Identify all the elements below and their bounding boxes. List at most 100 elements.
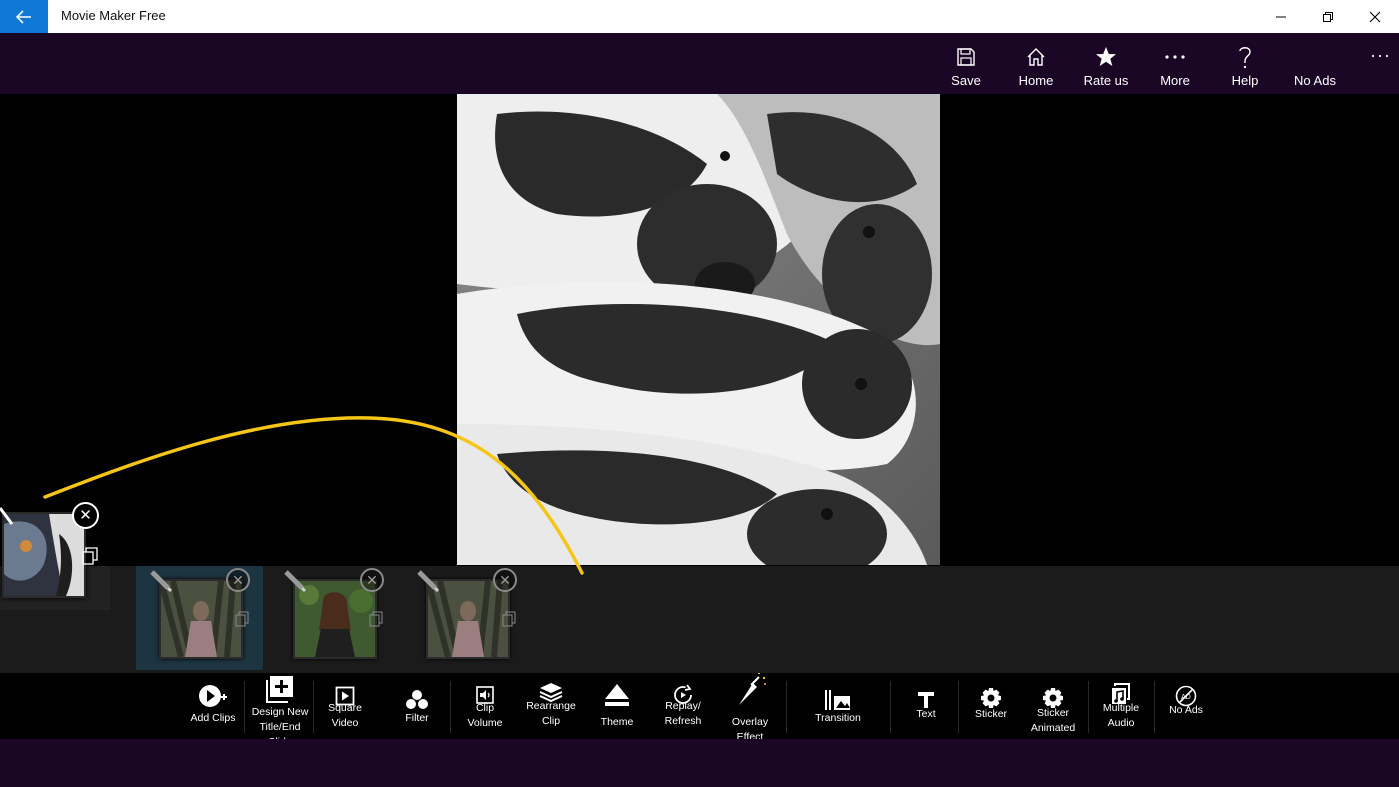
minimize-button[interactable]	[1258, 0, 1304, 33]
back-button[interactable]	[0, 0, 48, 33]
back-arrow-icon	[16, 9, 31, 24]
tool-multiple-audio[interactable]: Multiple Audio	[1094, 673, 1148, 739]
tool-rearrange-clip[interactable]: Rearrange Clip	[522, 673, 580, 739]
eject-icon	[605, 684, 629, 706]
home-command[interactable]: Home	[1001, 33, 1071, 94]
edit-pen-icon[interactable]	[417, 570, 439, 592]
clip-1-image	[161, 581, 241, 657]
tool-label: Clip Volume	[467, 702, 503, 729]
restore-icon	[1323, 11, 1333, 22]
penguins-image	[457, 94, 940, 565]
tools-toolbar: Add Clips Design New Title/End Slide Squ…	[0, 673, 1399, 739]
gear-icon	[981, 688, 1001, 708]
tool-label: Sticker	[974, 708, 1008, 720]
remove-clip-icon[interactable]: ✕	[493, 568, 517, 592]
toolbar-divider	[786, 681, 787, 733]
help-label: Help	[1231, 73, 1259, 88]
tool-filter[interactable]: Filter	[392, 673, 442, 739]
clip-timeline: ✕ ✕ ✕	[0, 566, 1399, 673]
duplicate-clip-icon[interactable]	[369, 611, 383, 627]
dragged-clip-image	[4, 514, 84, 596]
tool-label: Square Video	[328, 702, 362, 729]
toolbar-divider	[1088, 681, 1089, 733]
transition-icon	[825, 690, 850, 710]
clip-slot-3[interactable]: ✕	[403, 566, 530, 670]
toolbar-divider	[450, 681, 451, 733]
edit-pen-icon[interactable]	[284, 570, 306, 592]
clip-2-image	[295, 581, 375, 657]
home-icon	[1027, 48, 1045, 66]
clip-3-image	[428, 581, 508, 657]
tool-label: Overlay Effect	[731, 716, 769, 739]
tool-sticker-animated[interactable]: Sticker Animated	[1024, 673, 1082, 739]
tool-label: Rearrange Clip	[526, 700, 576, 727]
tool-label: Theme	[600, 716, 634, 728]
clip-slot-1[interactable]: ✕	[136, 566, 263, 670]
remove-clip-icon[interactable]: ✕	[226, 568, 250, 592]
edit-pen-icon[interactable]	[150, 570, 172, 592]
rate-us-command[interactable]: Rate us	[1071, 33, 1141, 94]
restore-button[interactable]	[1305, 0, 1351, 33]
tool-label: Transition	[815, 712, 861, 724]
no-ads-command[interactable]: No Ads	[1280, 33, 1350, 94]
add-slide-icon	[266, 676, 293, 703]
video-preview	[457, 94, 940, 565]
filter-icon	[406, 690, 428, 709]
help-command[interactable]: Help	[1210, 33, 1280, 94]
dragged-clip-thumbnail[interactable]	[2, 512, 86, 598]
close-button[interactable]	[1352, 0, 1398, 33]
remove-clip-icon[interactable]: ✕	[360, 568, 384, 592]
minimize-icon	[1276, 16, 1286, 17]
title-bar: Movie Maker Free	[0, 0, 1399, 33]
toolbar-divider	[313, 681, 314, 733]
home-label: Home	[1018, 73, 1054, 88]
command-bar: Save Home Rate us More Help No Ads ···	[0, 33, 1399, 94]
tool-theme[interactable]: Theme	[592, 673, 642, 739]
more-command[interactable]: More	[1140, 33, 1210, 94]
rate-us-label: Rate us	[1083, 73, 1129, 88]
duplicate-clip-icon[interactable]	[235, 611, 249, 627]
footer-bar	[0, 739, 1399, 787]
save-label: Save	[951, 73, 981, 88]
more-label: More	[1160, 73, 1190, 88]
tool-label: Add Clips	[190, 712, 236, 724]
overlay-icon	[739, 673, 766, 705]
close-icon	[1369, 11, 1381, 22]
tool-replay-refresh[interactable]: Replay/ Refresh	[654, 673, 712, 739]
tool-no-ads[interactable]: AD No Ads	[1164, 673, 1208, 739]
tool-transition[interactable]: Transition	[804, 673, 872, 739]
tool-square-video[interactable]: Square Video	[318, 673, 372, 739]
toolbar-divider	[890, 681, 891, 733]
tool-design-title[interactable]: Design New Title/End Slide	[248, 673, 312, 739]
toolbar-divider	[1154, 681, 1155, 733]
tool-overlay-effect[interactable]: Overlay Effect	[722, 673, 778, 739]
tool-label: Sticker Animated	[1030, 707, 1076, 734]
overflow-menu-icon[interactable]: ···	[1370, 45, 1391, 66]
duplicate-clip-icon[interactable]	[502, 611, 516, 627]
star-icon	[1096, 47, 1116, 66]
duplicate-dragged-clip-icon[interactable]	[82, 547, 98, 565]
remove-dragged-clip-icon[interactable]: ✕	[72, 502, 99, 529]
save-command[interactable]: Save	[931, 33, 1001, 94]
clip-slot-2[interactable]: ✕	[270, 566, 397, 670]
drag-cursor-mark	[0, 507, 14, 525]
tool-add-clips[interactable]: Add Clips	[186, 673, 240, 739]
tool-label: Multiple Audio	[1102, 702, 1140, 729]
tool-clip-volume[interactable]: Clip Volume	[458, 673, 512, 739]
toolbar-divider	[244, 681, 245, 733]
svg-text:AD: AD	[1181, 694, 1191, 701]
tool-label: Replay/ Refresh	[664, 700, 702, 727]
toolbar-divider	[958, 681, 959, 733]
tool-label: Design New Title/End Slide	[251, 706, 309, 739]
no-ads-label: No Ads	[1294, 73, 1336, 88]
add-clips-icon	[199, 685, 227, 707]
app-title: Movie Maker Free	[61, 8, 166, 23]
tool-sticker[interactable]: Sticker	[968, 673, 1014, 739]
tool-label: Text	[916, 708, 936, 720]
help-icon	[1239, 47, 1251, 69]
tool-label: Filter	[405, 712, 429, 724]
tool-label: No Ads	[1169, 704, 1203, 716]
tool-text[interactable]: Text	[904, 673, 948, 739]
more-icon	[1165, 55, 1185, 59]
save-icon	[957, 48, 975, 66]
